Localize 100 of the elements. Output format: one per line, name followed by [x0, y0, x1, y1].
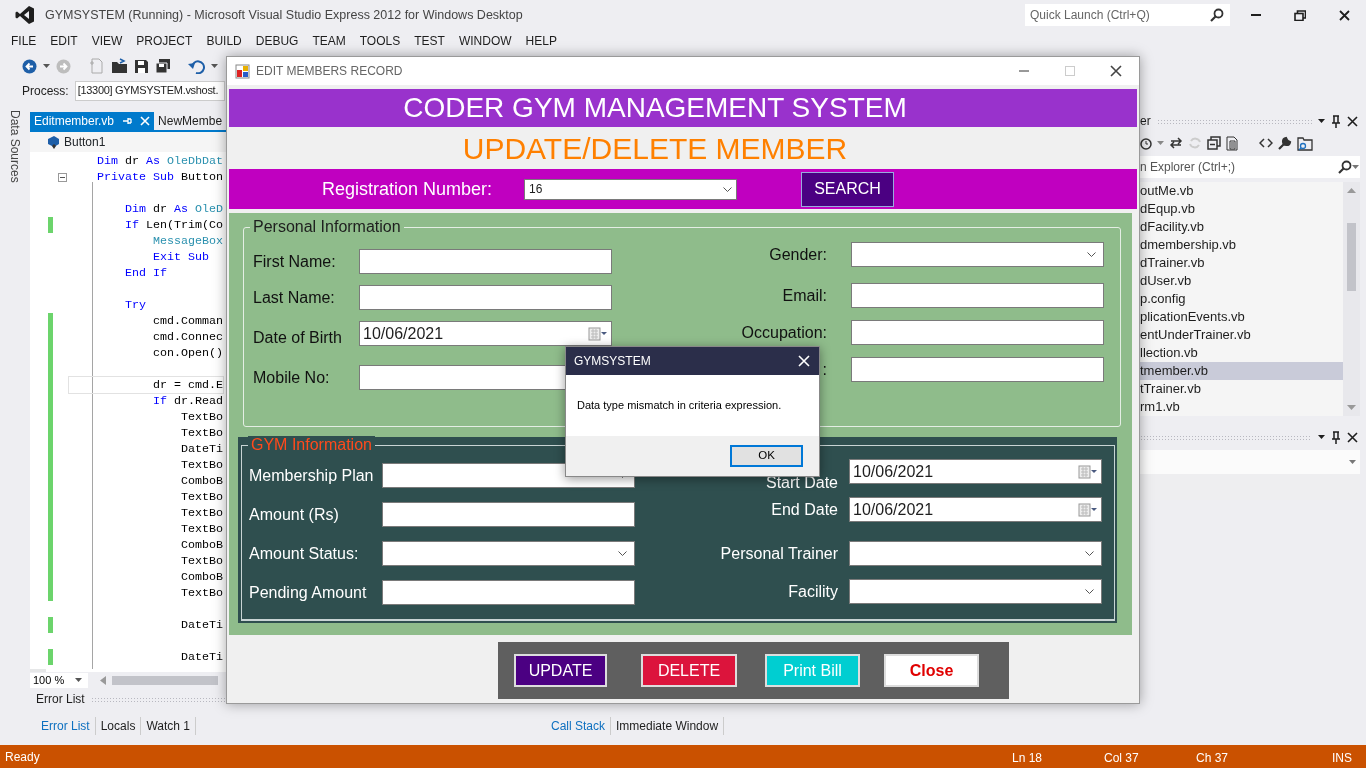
wrench-icon[interactable]	[1278, 136, 1292, 150]
collapse-all-icon[interactable]	[1207, 136, 1221, 150]
zoom-dropdown[interactable]: 100 %	[30, 672, 88, 688]
caret-icon[interactable]	[1318, 119, 1325, 123]
combo-box[interactable]	[851, 242, 1104, 267]
back-icon[interactable]	[22, 58, 37, 74]
combo-box[interactable]	[849, 579, 1102, 604]
panel-tab[interactable]: Locals	[95, 717, 142, 735]
delete-button[interactable]: DELETE	[641, 654, 737, 687]
clock-icon[interactable]	[1140, 136, 1152, 150]
menu-item[interactable]: PROJECT	[129, 32, 200, 50]
scrollbar[interactable]	[112, 675, 218, 685]
quick-launch-field[interactable]: Quick Launch (Ctrl+Q)	[1025, 4, 1230, 26]
calendar-icon	[1078, 464, 1098, 479]
date-picker[interactable]: 10/06/2021	[849, 497, 1102, 522]
code-line: DateTi	[179, 441, 223, 457]
search-button[interactable]: SEARCH	[801, 171, 894, 207]
caret-icon[interactable]	[211, 64, 218, 68]
close-icon[interactable]	[1347, 431, 1358, 443]
scroll-up-icon[interactable]	[1347, 188, 1356, 193]
pin-icon[interactable]	[1331, 430, 1341, 444]
registration-combo[interactable]: 16	[524, 178, 737, 200]
scroll-left-icon[interactable]	[100, 675, 106, 685]
code-line: DateTi	[179, 649, 223, 665]
menu-item[interactable]: FILE	[4, 32, 44, 50]
code-line: TextBo	[179, 585, 223, 601]
close-button[interactable]: Close	[884, 654, 979, 687]
solution-entry[interactable]: dmembership.vb	[1140, 236, 1343, 254]
panel-tab[interactable]: Error List	[36, 717, 96, 735]
dropdown-field[interactable]	[1140, 450, 1360, 474]
collapse-icon[interactable]	[58, 173, 67, 182]
member-dropdown[interactable]: Button1	[64, 133, 106, 151]
chevron-icon	[1085, 589, 1094, 594]
solution-entry[interactable]: tTrainer.vb	[1140, 380, 1343, 398]
caret-icon	[1349, 460, 1356, 464]
code-line: TextBo	[179, 457, 223, 473]
update-button[interactable]: UPDATE	[514, 654, 607, 687]
sync-icon[interactable]	[1169, 137, 1183, 149]
caret-icon[interactable]	[1318, 435, 1325, 439]
menu-item[interactable]: EDIT	[43, 32, 85, 50]
solution-entry[interactable]: rm1.vb	[1140, 398, 1343, 416]
data-sources-tab[interactable]: Data Sources	[6, 110, 24, 183]
editor-tab[interactable]: NewMembe	[154, 112, 227, 130]
panel-tab[interactable]: Watch 1	[141, 717, 196, 735]
solution-entry[interactable]: dFacility.vb	[1140, 218, 1343, 236]
solution-entry[interactable]: dTrainer.vb	[1140, 254, 1343, 272]
solution-entry[interactable]: outMe.vb	[1140, 182, 1343, 200]
ok-button[interactable]: OK	[730, 445, 803, 467]
calendar-icon	[1078, 502, 1098, 517]
text-field[interactable]	[851, 357, 1104, 382]
solution-entry[interactable]: dEqup.vb	[1140, 200, 1343, 218]
menu-item[interactable]: VIEW	[84, 32, 130, 50]
text-field[interactable]	[382, 580, 635, 605]
scroll-thumb[interactable]	[1347, 223, 1356, 291]
open-file-icon[interactable]	[111, 58, 128, 74]
text-field[interactable]	[382, 502, 635, 527]
text-field[interactable]	[359, 249, 612, 274]
solution-entry[interactable]: entUnderTrainer.vb	[1140, 326, 1343, 344]
code-line: TextBo	[179, 505, 223, 521]
menu-item[interactable]: WINDOW	[451, 32, 519, 50]
field-label: Email:	[782, 285, 827, 306]
combo-box[interactable]	[849, 541, 1102, 566]
solution-entry[interactable]: p.config	[1140, 290, 1343, 308]
status-text: INS	[1332, 750, 1352, 767]
date-picker[interactable]: 10/06/2021	[359, 321, 612, 346]
files-icon[interactable]	[1226, 135, 1240, 151]
menu-item[interactable]: HELP	[518, 32, 564, 50]
solution-entry[interactable]: llection.vb	[1140, 344, 1343, 362]
menu-item[interactable]: DEBUG	[248, 32, 306, 50]
solution-entry[interactable]: tmember.vb	[1140, 362, 1343, 380]
solution-entry[interactable]: plicationEvents.vb	[1140, 308, 1343, 326]
search-field[interactable]: n Explorer (Ctrl+;)	[1140, 156, 1360, 178]
pin-icon[interactable]	[1331, 114, 1341, 128]
scrollbar[interactable]	[1343, 182, 1360, 416]
combo-box[interactable]	[382, 541, 635, 566]
folder-search-icon[interactable]	[1297, 135, 1313, 151]
text-field[interactable]	[851, 320, 1104, 345]
text-field[interactable]	[359, 285, 612, 310]
solution-entry[interactable]: dUser.vb	[1140, 272, 1343, 290]
save-all-icon[interactable]	[155, 58, 172, 74]
menu-item[interactable]: BUILD	[199, 32, 249, 50]
panel-tab[interactable]: Call Stack	[546, 717, 612, 735]
dialog-title: GYMSYSTEM	[574, 353, 651, 370]
undo-icon[interactable]	[188, 58, 205, 74]
chevron-icon	[1085, 551, 1094, 556]
date-picker[interactable]: 10/06/2021	[849, 459, 1102, 484]
maximize-icon	[1065, 66, 1075, 76]
panel-tab[interactable]: Immediate Window	[611, 717, 725, 735]
menu-item[interactable]: TEST	[407, 32, 452, 50]
code-icon[interactable]	[1259, 137, 1273, 149]
close-icon	[1110, 65, 1122, 77]
save-icon[interactable]	[134, 58, 149, 74]
menu-item[interactable]: TEAM	[305, 32, 353, 50]
caret-icon[interactable]	[43, 64, 50, 68]
menu-item[interactable]: TOOLS	[352, 32, 408, 50]
close-icon[interactable]	[1347, 115, 1358, 127]
text-field[interactable]	[851, 283, 1104, 308]
scroll-down-icon[interactable]	[1347, 405, 1356, 410]
process-field[interactable]: [13300] GYMSYSTEM.vshost.	[74, 81, 225, 101]
banner-title: CODER GYM MANAGEMENT SYSTEM	[229, 89, 1137, 127]
